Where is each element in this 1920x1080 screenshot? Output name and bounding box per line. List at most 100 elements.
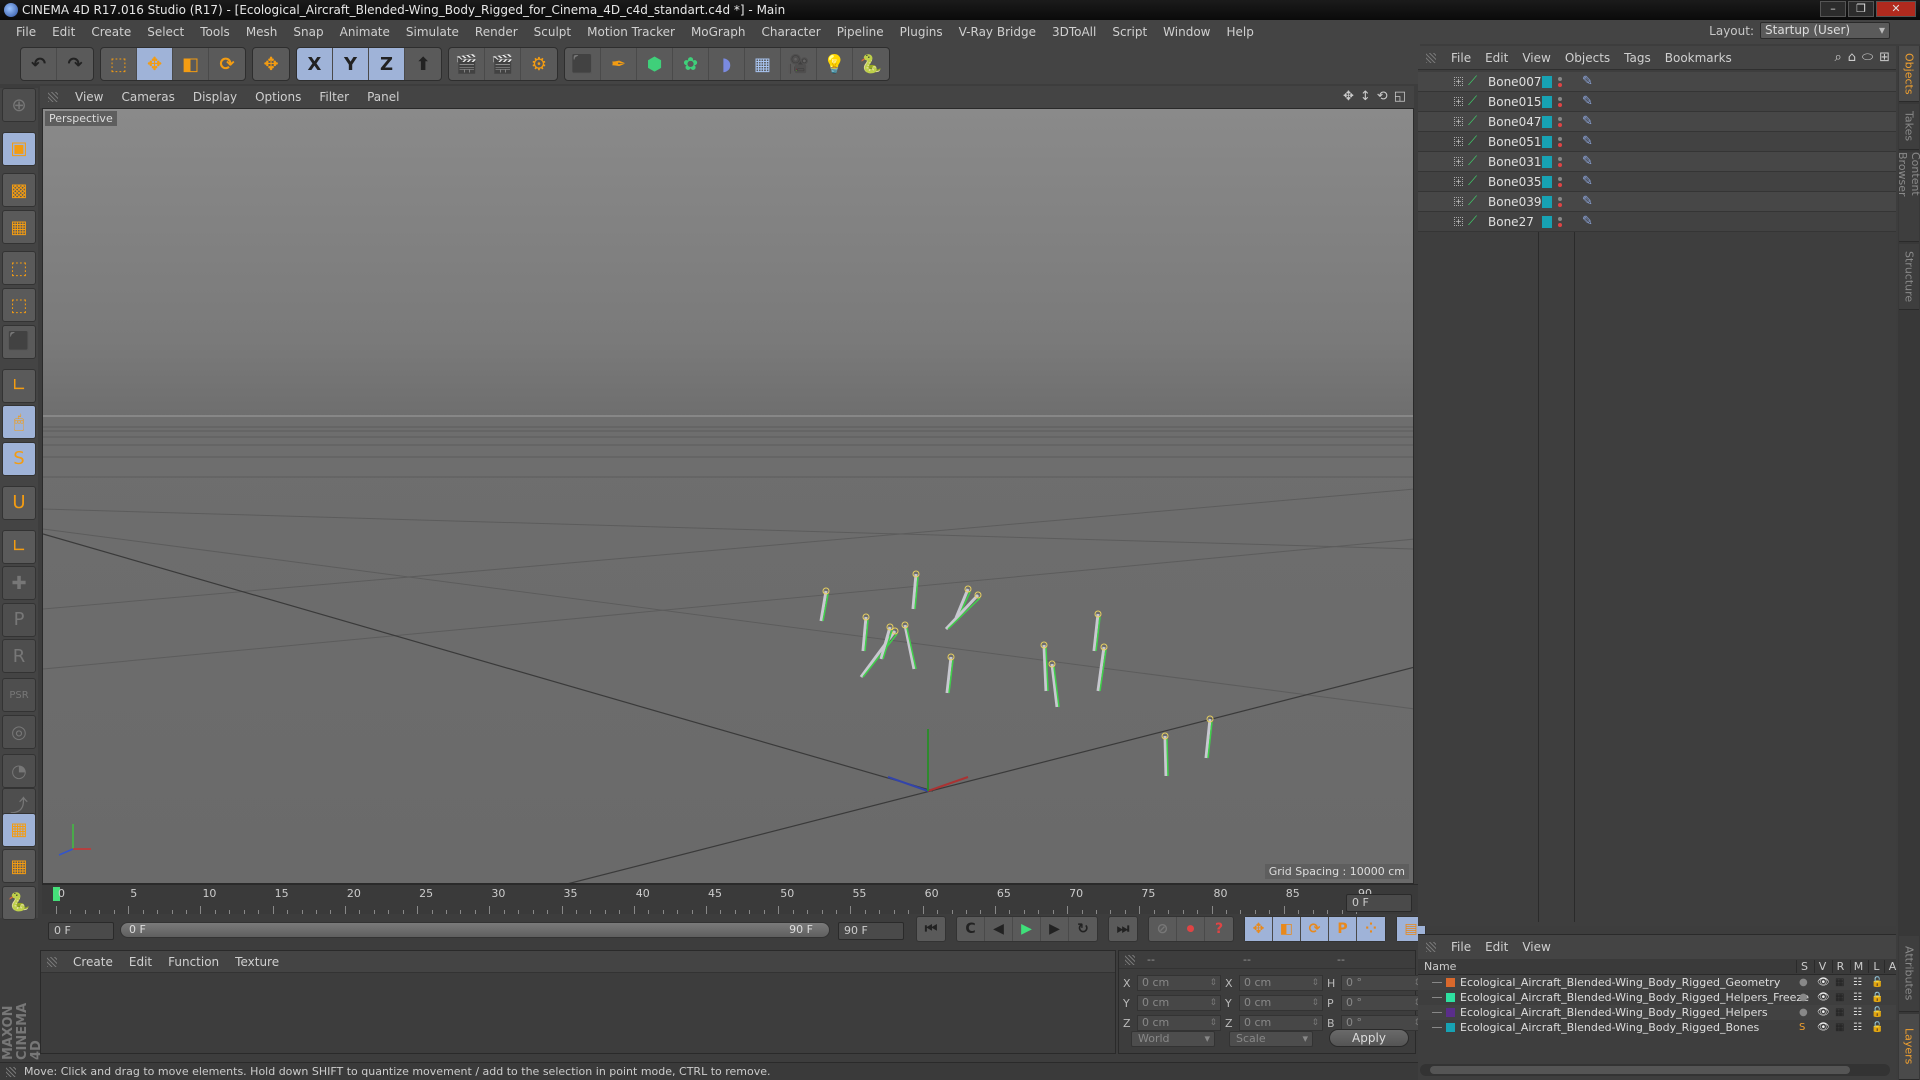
ik-add-button[interactable]: ✚ [2, 566, 36, 601]
goto-start-button[interactable]: ⏮ [917, 917, 945, 941]
menu-pipeline[interactable]: Pipeline [829, 20, 892, 44]
position-x-field[interactable]: 0 cm [1137, 975, 1221, 991]
lock-open-icon[interactable]: 🔓 [1871, 1005, 1883, 1020]
material-menu-create[interactable]: Create [65, 955, 121, 969]
prev-frame-button[interactable]: ◀ [985, 917, 1013, 941]
layer-color-swatch[interactable] [1542, 155, 1552, 168]
lock-closed-icon[interactable]: 🔒 [1871, 990, 1883, 1005]
scrollbar-thumb[interactable] [1430, 1066, 1850, 1074]
menu-mograph[interactable]: MoGraph [683, 20, 754, 44]
visibility-dots-icon[interactable] [1558, 156, 1562, 168]
layer-row[interactable]: Ecological_Aircraft_Blended-Wing_Body_Ri… [1418, 990, 1896, 1005]
filter-icon[interactable]: ⬭ [1862, 50, 1873, 65]
menu-window[interactable]: Window [1155, 20, 1218, 44]
y-axis-button[interactable]: Y [333, 48, 369, 80]
layer-color-swatch[interactable] [1542, 95, 1552, 108]
ik-tag-icon[interactable]: ✎ [1582, 194, 1593, 209]
visible-eye-icon[interactable]: 👁 [1817, 990, 1830, 1005]
object-name[interactable]: Bone031 [1488, 155, 1541, 169]
texture-mode-button[interactable]: ▩ [2, 173, 36, 208]
scale-y-field[interactable]: 0 cm [1239, 995, 1323, 1011]
new-window-icon[interactable]: ⊞ [1879, 50, 1890, 65]
tab-layers[interactable]: Layers [1899, 1014, 1919, 1080]
layer-name[interactable]: Ecological_Aircraft_Blended-Wing_Body_Ri… [1460, 1005, 1768, 1020]
layer-name[interactable]: Ecological_Aircraft_Blended-Wing_Body_Ri… [1460, 1020, 1759, 1035]
visibility-dots-icon[interactable] [1558, 116, 1562, 128]
edges-mode-button[interactable]: ⬚ [2, 288, 36, 323]
key-move-button[interactable]: ✥ [1245, 917, 1273, 941]
camera-button[interactable]: 🎥 [781, 48, 817, 80]
object-menu-view[interactable]: View [1515, 51, 1557, 65]
menu-v-ray-bridge[interactable]: V-Ray Bridge [951, 20, 1044, 44]
render-clapper-icon[interactable]: ▦ [1835, 1005, 1844, 1020]
key-rotate-button[interactable]: ⟳ [1301, 917, 1329, 941]
ik-tag-icon[interactable]: ✎ [1582, 214, 1593, 229]
column-header-l[interactable]: L [1868, 960, 1884, 973]
manager-icon[interactable]: ☷ [1853, 1005, 1862, 1020]
key-help-button[interactable]: ? [1205, 917, 1233, 941]
polygons-mode-button[interactable]: ⬛ [2, 324, 36, 359]
render-view-button[interactable]: 🎬 [449, 48, 485, 80]
search-icon[interactable]: ⌕ [1834, 50, 1841, 65]
workplane-mode-button[interactable]: ▦ [2, 210, 36, 244]
end-frame-field[interactable]: 90 F [838, 922, 904, 940]
ik-tag-icon[interactable]: ✎ [1582, 74, 1593, 89]
visibility-dots-icon[interactable] [1558, 136, 1562, 148]
subdivision-button[interactable]: ⬢ [637, 48, 673, 80]
layer-menu-edit[interactable]: Edit [1478, 940, 1515, 954]
panel-grip-icon[interactable] [48, 92, 58, 102]
play-button[interactable]: ▶ [1013, 917, 1041, 941]
visibility-dots-icon[interactable] [1558, 96, 1562, 108]
object-menu-objects[interactable]: Objects [1558, 51, 1617, 65]
material-menu-texture[interactable]: Texture [227, 955, 287, 969]
menu-3dtoall[interactable]: 3DToAll [1044, 20, 1104, 44]
ik-tag-icon[interactable]: ✎ [1582, 114, 1593, 129]
key-pla-button[interactable]: ⁘ [1357, 917, 1385, 941]
expand-toggle-icon[interactable]: + [1454, 217, 1463, 226]
lock-open-icon[interactable]: 🔓 [1871, 975, 1883, 990]
viewport-camera-label[interactable]: Perspective [45, 111, 117, 126]
object-row[interactable]: + ⟋ Bone27 ✎ [1418, 212, 1896, 232]
object-row[interactable]: + ⟋ Bone047 ✎ [1418, 112, 1896, 132]
solo-on-icon[interactable]: S [1799, 1020, 1805, 1035]
layer-row[interactable]: Ecological_Aircraft_Blended-Wing_Body_Ri… [1418, 1020, 1896, 1035]
layer-color-swatch[interactable] [1446, 993, 1455, 1002]
timeline-ruler[interactable]: 051015202530354045505560657075808590 [42, 884, 1418, 914]
render-clapper-icon[interactable]: ▦ [1835, 975, 1844, 990]
object-row[interactable]: + ⟋ Bone015 ✎ [1418, 92, 1896, 112]
move-button[interactable]: ✥ [137, 48, 173, 80]
ik-frame-button[interactable]: ◔ [2, 754, 36, 789]
menu-tools[interactable]: Tools [192, 20, 238, 44]
ik-tag-icon[interactable]: ✎ [1582, 134, 1593, 149]
coordinate-space-dropdown[interactable]: World [1131, 1031, 1215, 1047]
solo-mode-button[interactable]: S [2, 441, 36, 476]
object-menu-file[interactable]: File [1444, 51, 1478, 65]
layer-color-swatch[interactable] [1542, 75, 1552, 88]
expand-toggle-icon[interactable]: + [1454, 97, 1463, 106]
manager-icon[interactable]: ☷ [1853, 1020, 1862, 1035]
visibility-dots-icon[interactable] [1558, 176, 1562, 188]
object-name[interactable]: Bone051 [1488, 135, 1541, 149]
floor-button[interactable]: ▦ [745, 48, 781, 80]
layer-row[interactable]: Ecological_Aircraft_Blended-Wing_Body_Ri… [1418, 975, 1896, 990]
workplane-lock-button[interactable]: ▦ [2, 812, 36, 847]
column-header-v[interactable]: V [1814, 960, 1830, 973]
layer-menu-view[interactable]: View [1515, 940, 1557, 954]
viewport-menu-filter[interactable]: Filter [310, 90, 358, 104]
visibility-dots-icon[interactable] [1558, 216, 1562, 228]
cloner-button[interactable]: ✿ [673, 48, 709, 80]
visible-eye-icon[interactable]: 👁 [1817, 1020, 1830, 1035]
rotation-p-field[interactable]: 0 ° [1341, 995, 1425, 1011]
expand-toggle-icon[interactable]: + [1454, 137, 1463, 146]
render-picture-viewer-button[interactable]: 🎬 [485, 48, 521, 80]
render-clapper-icon[interactable]: ▦ [1835, 990, 1844, 1005]
rotation-h-field[interactable]: 0 ° [1341, 975, 1425, 991]
axis-mode-button[interactable]: ∟ [2, 368, 36, 403]
coordinate-mode-dropdown[interactable]: Scale [1229, 1031, 1313, 1047]
menu-create[interactable]: Create [83, 20, 139, 44]
layer-color-swatch[interactable] [1542, 195, 1552, 208]
panel-grip-icon[interactable] [1426, 52, 1436, 63]
name-column-header[interactable]: Name [1418, 960, 1456, 973]
home-icon[interactable]: ⌂ [1848, 50, 1856, 65]
redo-button[interactable]: ↷ [57, 48, 93, 80]
